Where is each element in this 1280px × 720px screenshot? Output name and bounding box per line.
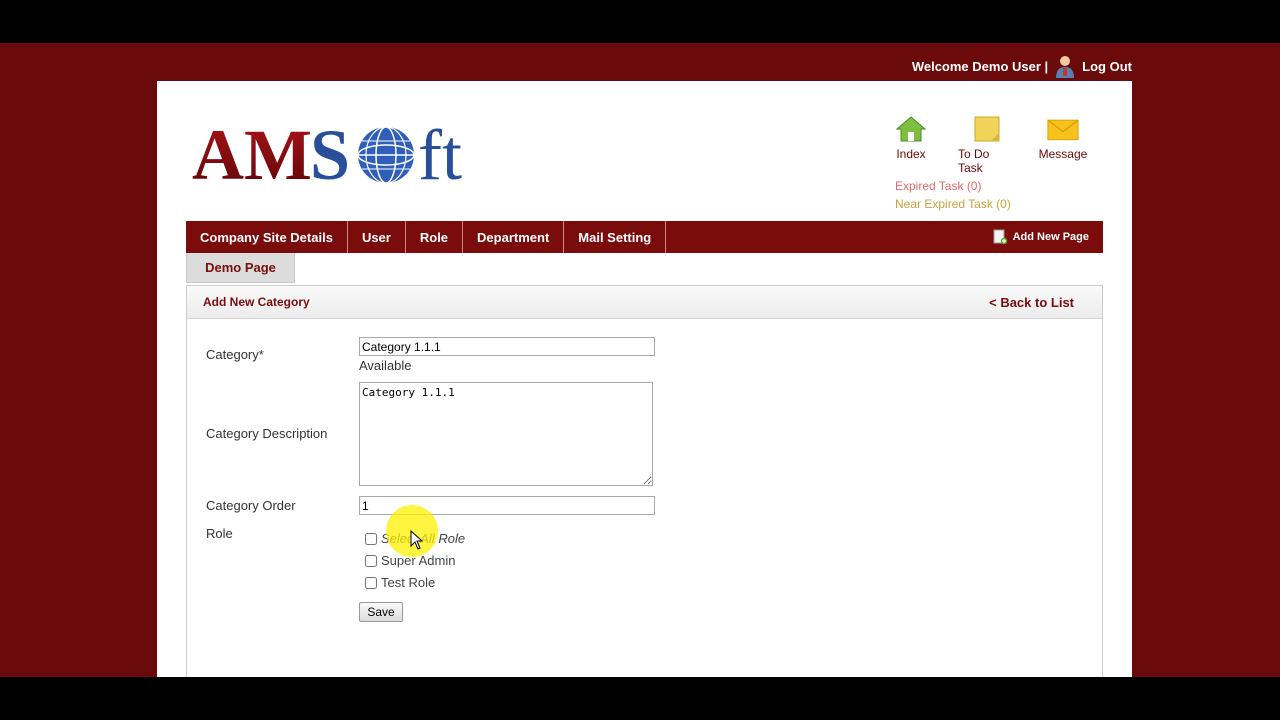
main-panel: AM S ft Index To Do Task Message Expired… — [157, 81, 1132, 677]
form-header: Add New Category < Back to List — [187, 286, 1102, 319]
category-order-label: Category Order — [206, 498, 296, 513]
task-summary: Expired Task (0) Near Expired Task (0) — [895, 177, 1011, 213]
mouse-pointer-icon — [410, 530, 424, 550]
tab-demo-page[interactable]: Demo Page — [186, 253, 295, 283]
home-icon — [895, 116, 927, 142]
page-background: Welcome Demo User | Log Out AM S ft Inde… — [0, 43, 1280, 677]
user-bar: Welcome Demo User | Log Out — [912, 54, 1132, 78]
super-admin-checkbox[interactable] — [365, 554, 377, 567]
globe-icon — [357, 126, 415, 184]
quicklink-todo-label: To Do Task — [958, 147, 990, 175]
menu-user[interactable]: User — [348, 221, 406, 253]
select-all-role-checkbox[interactable] — [365, 532, 377, 545]
note-icon — [974, 116, 1000, 142]
test-role-checkbox[interactable] — [365, 576, 377, 589]
category-description-label: Category Description — [206, 426, 328, 441]
test-role-label: Test Role — [381, 575, 436, 590]
menu-company-site-details[interactable]: Company Site Details — [186, 221, 348, 253]
category-label: Category* — [206, 347, 264, 362]
description-field-wrap: Category 1.1.1 — [359, 382, 653, 491]
form-title: Add New Category — [203, 295, 310, 309]
quicklink-message[interactable]: Message — [1034, 115, 1092, 175]
save-button[interactable]: Save — [359, 602, 403, 622]
category-description-textarea[interactable]: Category 1.1.1 — [359, 382, 653, 486]
add-page-icon — [993, 229, 1007, 245]
availability-status: Available — [359, 358, 412, 373]
menu-department[interactable]: Department — [463, 221, 565, 253]
back-to-list-link[interactable]: < Back to List — [989, 295, 1074, 310]
expired-task-link[interactable]: Expired Task (0) — [895, 177, 1011, 195]
near-expired-task-link[interactable]: Near Expired Task (0) — [895, 195, 1011, 213]
amsoft-logo[interactable]: AM S ft — [192, 111, 482, 191]
quick-links: Index To Do Task Message — [882, 115, 1092, 175]
quicklink-message-label: Message — [1038, 147, 1088, 161]
logout-link[interactable]: Log Out — [1082, 59, 1132, 74]
add-new-page-label: Add New Page — [1012, 231, 1089, 243]
svg-text:S: S — [310, 115, 350, 191]
menu-role[interactable]: Role — [406, 221, 464, 253]
quicklink-index[interactable]: Index — [882, 115, 940, 175]
category-field-wrap — [359, 337, 655, 356]
role-option-test-role[interactable]: Test Role — [365, 575, 435, 590]
quicklink-todo[interactable]: To Do Task — [958, 115, 1016, 175]
category-input[interactable] — [359, 337, 655, 356]
add-new-page-button[interactable]: Add New Page — [993, 221, 1103, 253]
quicklink-index-label: Index — [896, 147, 926, 161]
svg-text:AM: AM — [192, 115, 312, 191]
add-category-form: Add New Category < Back to List Category… — [186, 285, 1103, 677]
role-label: Role — [206, 526, 233, 541]
svg-text:ft: ft — [418, 115, 462, 191]
user-icon — [1056, 56, 1075, 78]
main-menu: Company Site Details User Role Departmen… — [186, 221, 1103, 253]
menu-spacer — [666, 221, 992, 253]
welcome-text: Welcome Demo User | — [911, 58, 1049, 74]
menu-mail-setting[interactable]: Mail Setting — [564, 221, 667, 253]
envelope-icon — [1047, 119, 1079, 141]
